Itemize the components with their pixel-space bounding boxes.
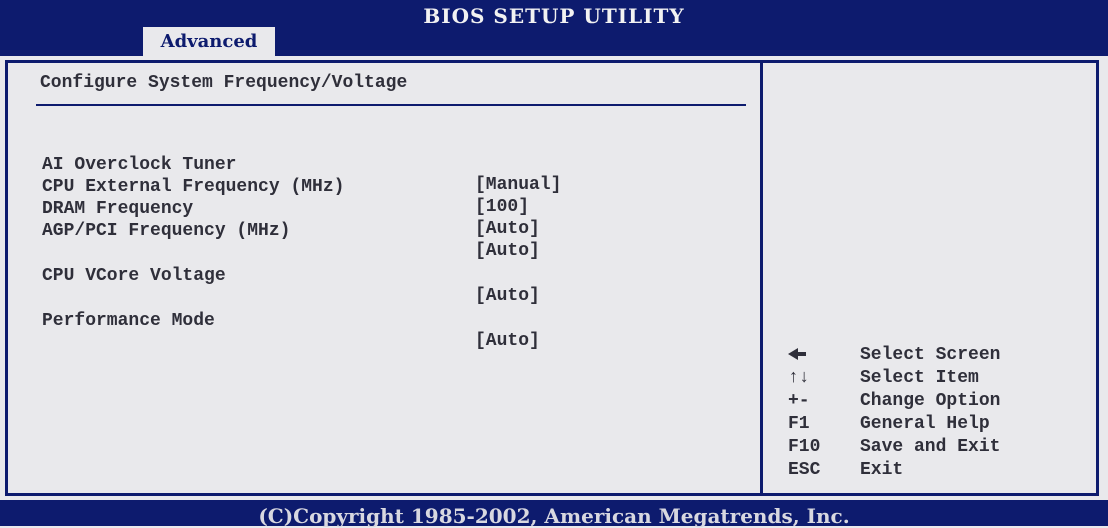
section-title: Configure System Frequency/Voltage xyxy=(40,73,408,93)
arrow-left-icon xyxy=(788,344,848,367)
help-key: F1 xyxy=(788,414,810,434)
help-desc: Select Item xyxy=(860,368,979,388)
setting-value[interactable]: [Manual] xyxy=(475,175,561,195)
setting-label: CPU External Frequency (MHz) xyxy=(42,177,345,197)
setting-value[interactable]: [100] xyxy=(475,197,529,217)
help-desc: General Help xyxy=(860,414,990,434)
setting-label: AGP/PCI Frequency (MHz) xyxy=(42,221,291,241)
bios-title: BIOS SETUP UTILITY xyxy=(423,4,685,28)
setting-label: Performance Mode xyxy=(42,311,215,331)
panel-divider xyxy=(760,60,763,496)
help-desc: Change Option xyxy=(860,391,1001,411)
setting-value[interactable]: [Auto] xyxy=(475,286,540,306)
setting-value[interactable]: [Auto] xyxy=(475,241,540,261)
setting-performance-mode[interactable]: Performance Mode [Auto] xyxy=(42,291,540,351)
help-desc: Save and Exit xyxy=(860,437,1001,457)
section-rule xyxy=(36,104,746,106)
setting-value[interactable]: [Auto] xyxy=(475,219,540,239)
setting-label: CPU VCore Voltage xyxy=(42,266,226,286)
help-desc: Exit xyxy=(860,460,904,480)
help-key: +- xyxy=(788,391,810,411)
help-key: ESC xyxy=(788,460,821,480)
help-desc: Select Screen xyxy=(860,345,1001,365)
copyright-text: (C)Copyright 1985-2002, American Megatre… xyxy=(258,504,850,528)
tab-advanced[interactable]: Advanced xyxy=(143,27,275,56)
help-key: F10 xyxy=(788,437,821,457)
setting-value[interactable]: [Auto] xyxy=(475,331,540,351)
setting-label: DRAM Frequency xyxy=(42,199,194,219)
setting-label: AI Overclock Tuner xyxy=(42,155,237,175)
arrow-updown-icon: ↑↓ xyxy=(788,368,810,388)
